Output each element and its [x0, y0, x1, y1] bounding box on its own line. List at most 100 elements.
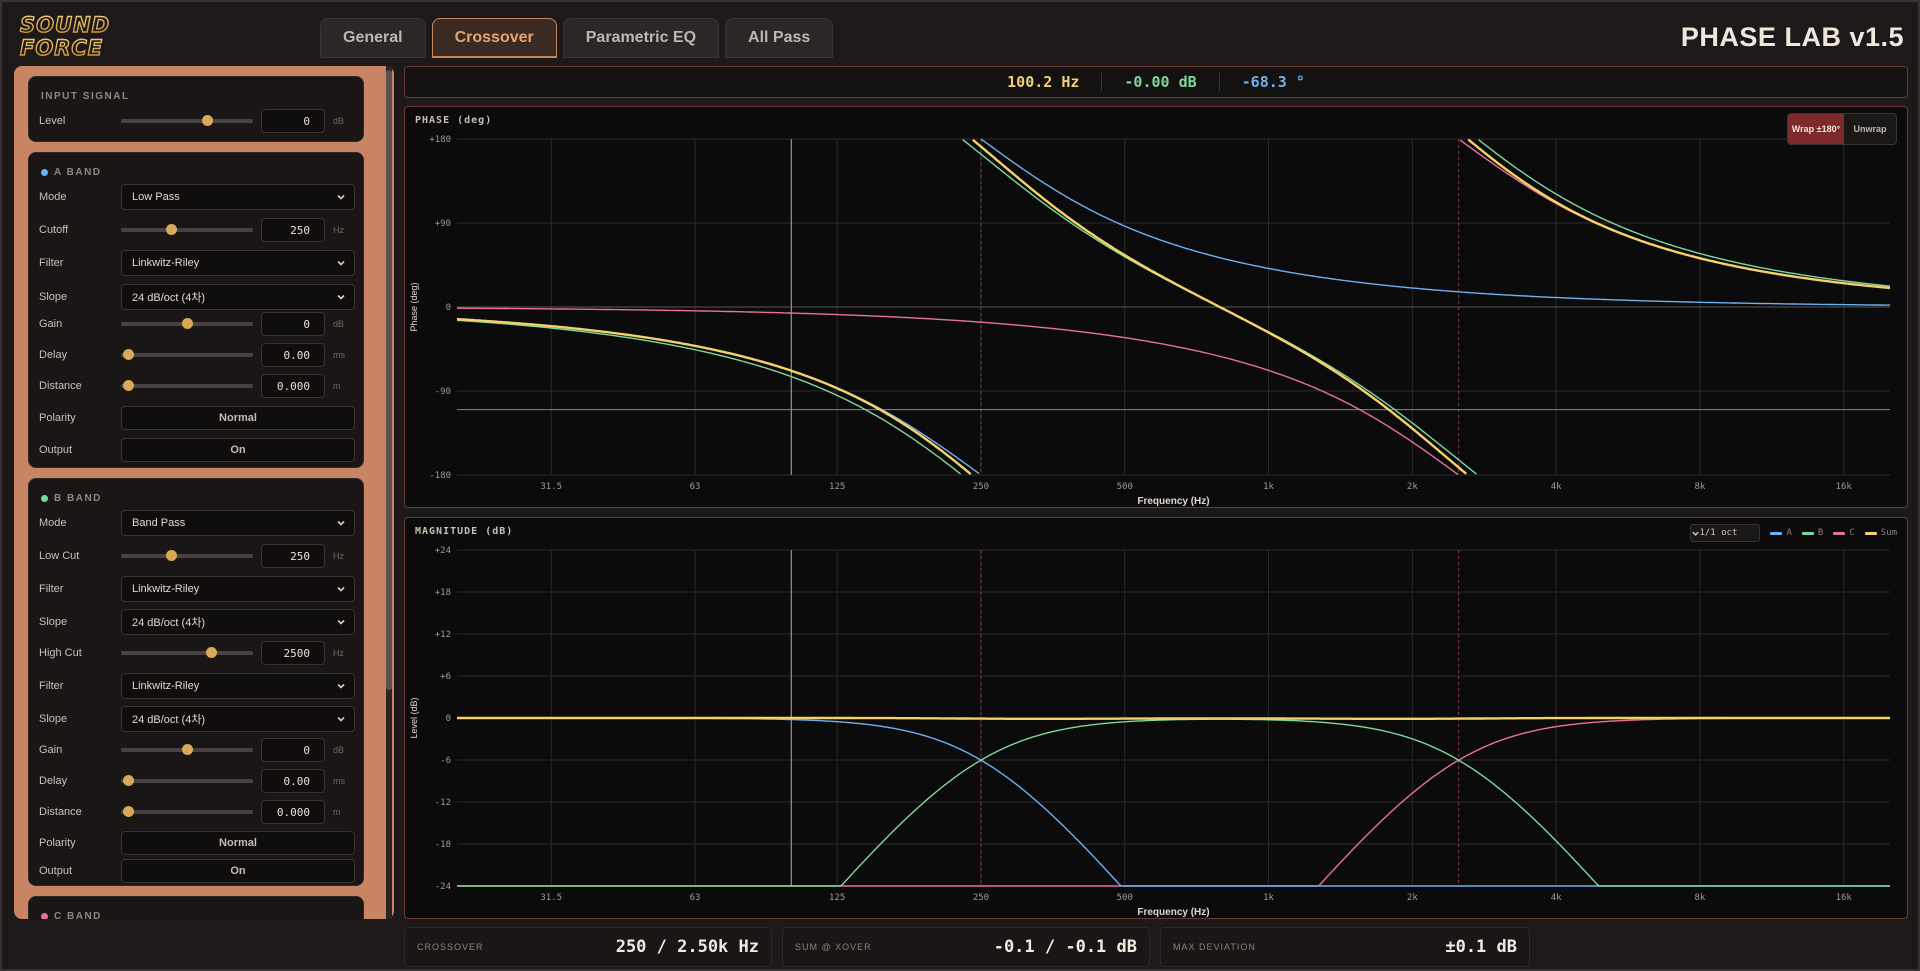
b-gain-field[interactable]: 0	[261, 738, 325, 762]
phase-y-tick-label: +90	[435, 219, 451, 229]
magnitude-chart[interactable]: 31.5 63 125 250 500 1k 2k 4k 8k 16k +24 +18 +12 +6 0 -6…	[404, 517, 1908, 919]
b-slope1-select[interactable]: 24 dB/oct (4차)	[121, 609, 355, 635]
magnitude-plot[interactable]: 31.5 63 125 250 500 1k 2k 4k 8k 16k +24 +18 +12 +6 0 -6…	[405, 518, 1909, 920]
b-distance-field[interactable]: 0.000	[261, 800, 325, 824]
slider-thumb[interactable]	[182, 318, 193, 329]
a-distance-field[interactable]: 0.000	[261, 374, 325, 398]
app-title: PHASE LAB v1.5	[1680, 22, 1904, 52]
a-output-row: Output On	[39, 436, 355, 464]
b-gain-slider[interactable]	[121, 744, 253, 755]
a-mode-select[interactable]: Low Pass	[121, 184, 355, 210]
magnitude-x-tick-label: 16k	[1836, 893, 1853, 903]
a-cutoff-field[interactable]: 250	[261, 218, 325, 242]
a-gain-slider[interactable]	[121, 318, 253, 329]
slider-thumb[interactable]	[122, 806, 134, 817]
a-polarity-row: Polarity Normal	[39, 404, 355, 432]
chevron-down-icon	[337, 586, 345, 592]
tab-all-pass[interactable]: All Pass	[725, 18, 834, 58]
legend-item-c[interactable]: C	[1833, 528, 1855, 538]
magnitude-chart-title: MAGNITUDE (dB)	[415, 526, 514, 537]
b-band-panel: B BAND Mode Band Pass Low Cut 250 Hz Fil…	[28, 478, 364, 886]
a-gain-row: Gain 0 dB	[39, 310, 355, 338]
a-output-button[interactable]: On	[121, 438, 355, 462]
b-band-title-text: B BAND	[54, 493, 102, 504]
a-mode-row: Mode Low Pass	[39, 183, 355, 211]
wrap-button[interactable]: Wrap ±180°	[1788, 114, 1844, 144]
slider-thumb[interactable]	[166, 550, 178, 561]
legend-label: A	[1786, 528, 1792, 538]
chevron-down-icon	[337, 260, 345, 266]
octave-smoothing-value: 1/1 oct	[1699, 528, 1738, 538]
deviation-stat-value: ±0.1 dB	[1445, 937, 1517, 957]
b-slope1-row: Slope 24 dB/oct (4차)	[39, 608, 355, 636]
magnitude-x-tick-label: 125	[829, 893, 845, 903]
b-mode-select[interactable]: Band Pass	[121, 510, 355, 536]
b-band-title: B BAND	[41, 493, 102, 504]
b-delay-slider[interactable]	[121, 775, 253, 786]
b-delay-field[interactable]: 0.00	[261, 769, 325, 793]
b-lowcut-slider[interactable]	[121, 550, 253, 561]
slider-thumb[interactable]	[122, 775, 134, 786]
a-cutoff-row: Cutoff 250 Hz	[39, 216, 355, 244]
b-output-row: Output On	[39, 857, 355, 885]
app-window: SOUND FORCE General Crossover Parametric…	[0, 0, 1920, 971]
legend-swatch	[1833, 531, 1846, 535]
crossover-stat-value: 250 / 2.50k Hz	[615, 937, 759, 957]
b-polarity-button[interactable]: Normal	[121, 831, 355, 855]
a-polarity-label: Polarity	[39, 412, 76, 424]
sidebar-scrollbar-thumb[interactable]	[386, 70, 392, 690]
a-delay-field[interactable]: 0.00	[261, 343, 325, 367]
b-lowcut-label: Low Cut	[39, 550, 80, 562]
chevron-down-icon	[1692, 531, 1700, 536]
c-band-color-dot	[41, 913, 48, 919]
a-slope-select[interactable]: 24 dB/oct (4차)	[121, 284, 355, 310]
b-highcut-slider[interactable]	[121, 647, 253, 658]
tab-general[interactable]: General	[320, 18, 426, 58]
a-filter-select[interactable]: Linkwitz-Riley	[121, 250, 355, 276]
chevron-down-icon	[337, 194, 345, 200]
phase-chart[interactable]: 31.5 63 125 250 500 1k 2k 4k 8k 16k +180 +90 0 -90 -18…	[404, 106, 1908, 508]
tab-crossover[interactable]: Crossover	[431, 18, 557, 58]
phase-plot[interactable]: 31.5 63 125 250 500 1k 2k 4k 8k 16k +180 +90 0 -90 -18…	[405, 107, 1909, 509]
slider-thumb[interactable]	[166, 224, 178, 235]
legend-item-a[interactable]: A	[1770, 528, 1792, 538]
unit-label: dB	[333, 745, 345, 755]
a-polarity-button[interactable]: Normal	[121, 406, 355, 430]
crossover-stat: CROSSOVER 250 / 2.50k Hz	[404, 927, 772, 967]
legend-swatch	[1801, 531, 1814, 535]
b-lowcut-field[interactable]: 250	[261, 544, 325, 568]
magnitude-y-axis-label: Level (dB)	[409, 697, 419, 738]
slider-thumb[interactable]	[182, 744, 193, 755]
phase-y-axis-label: Phase (deg)	[409, 282, 419, 331]
input-level-field[interactable]: 0	[261, 109, 325, 133]
slider-thumb[interactable]	[122, 380, 134, 391]
sum-at-xover-stat: SUM @ XOVER -0.1 / -0.1 dB	[782, 927, 1150, 967]
b-distance-slider[interactable]	[121, 806, 253, 817]
magnitude-y-tick-label: -24	[435, 882, 451, 892]
a-filter-row: Filter Linkwitz-Riley	[39, 249, 355, 277]
sum-stat-label: SUM @ XOVER	[795, 942, 872, 952]
phase-x-tick-label: 250	[973, 482, 989, 492]
a-gain-field[interactable]: 0	[261, 312, 325, 336]
slider-thumb[interactable]	[122, 349, 134, 360]
b-filter1-select[interactable]: Linkwitz-Riley	[121, 576, 355, 602]
slider-thumb[interactable]	[205, 647, 217, 658]
crossover-stat-label: CROSSOVER	[417, 942, 484, 952]
b-highcut-field[interactable]: 2500	[261, 641, 325, 665]
a-cutoff-slider[interactable]	[121, 224, 253, 235]
unwrap-button[interactable]: Unwrap	[1844, 114, 1896, 144]
slider-thumb[interactable]	[201, 115, 213, 126]
octave-smoothing-select[interactable]: 1/1 oct	[1690, 524, 1761, 542]
legend-item-b[interactable]: B	[1801, 528, 1823, 538]
input-level-slider[interactable]	[121, 115, 253, 126]
b-filter2-select[interactable]: Linkwitz-Riley	[121, 673, 355, 699]
a-distance-slider[interactable]	[121, 380, 253, 391]
magnitude-x-tick-label: 250	[973, 893, 989, 903]
b-slope2-select[interactable]: 24 dB/oct (4차)	[121, 706, 355, 732]
tab-parametric-eq[interactable]: Parametric EQ	[562, 18, 720, 58]
b-output-button[interactable]: On	[121, 859, 355, 883]
a-delay-slider[interactable]	[121, 349, 253, 360]
legend-item-sum[interactable]: Sum	[1864, 528, 1897, 538]
unit-label: dB	[333, 319, 345, 329]
magnitude-y-tick-label: +12	[435, 630, 451, 640]
